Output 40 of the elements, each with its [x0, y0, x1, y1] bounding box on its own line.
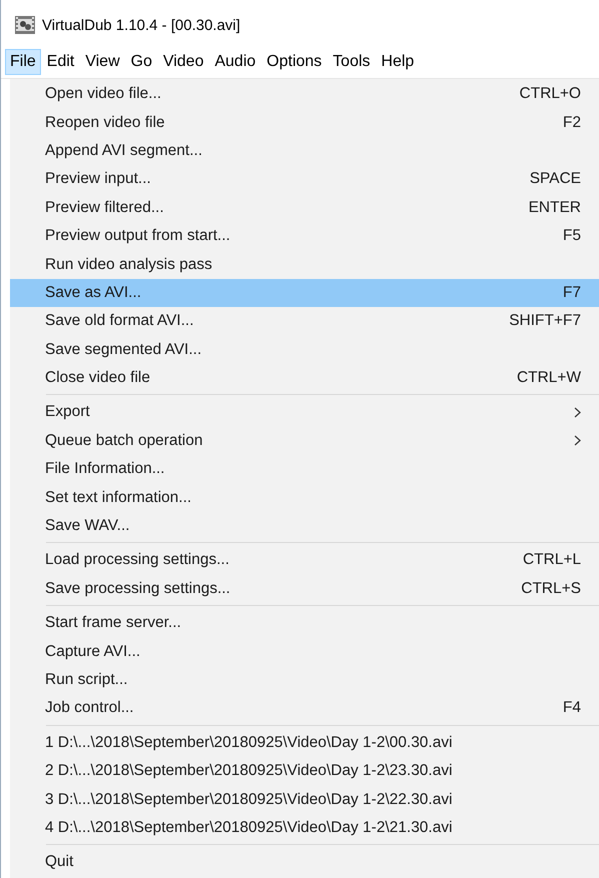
menu-item[interactable]: Run video analysis pass — [10, 250, 599, 279]
menu-item[interactable]: 2 D:\...\2018\September\20180925\Video\Day 1-2\23.30.avi — [10, 756, 599, 786]
menu-bar-item[interactable]: Help — [376, 49, 420, 75]
menu-item[interactable]: Job control... F4 — [10, 694, 599, 723]
menu-item[interactable]: Save segmented AVI... — [10, 336, 599, 364]
window-title: VirtualDub 1.10.4 - [00.30.avi] — [42, 16, 240, 34]
menu-item[interactable]: Capture AVI... — [10, 637, 599, 666]
menu-item[interactable]: File Information... — [10, 455, 599, 484]
menu-bar-item[interactable]: Edit — [42, 49, 80, 75]
menu-item[interactable]: Quit — [10, 848, 599, 877]
menu-bar-item[interactable]: Audio — [210, 49, 261, 75]
menu-item[interactable]: Load processing settings... CTRL+L — [10, 546, 599, 575]
menu-item[interactable]: Preview filtered... ENTER — [10, 194, 599, 222]
menu-bar-item[interactable]: Video — [158, 49, 209, 75]
chevron-right-icon — [574, 406, 581, 418]
menu-item[interactable]: Preview output from start... F5 — [10, 222, 599, 250]
menu-bar-item[interactable]: File — [5, 49, 41, 75]
menu-item[interactable]: Preview input... SPACE — [10, 165, 599, 194]
menu-item[interactable]: 4 D:\...\2018\September\20180925\Video\Day 1-2\21.30.avi — [10, 814, 599, 842]
menu-item[interactable]: Append AVI segment... — [10, 136, 599, 166]
menu-item[interactable]: 3 D:\...\2018\September\20180925\Video\Day 1-2\22.30.avi — [10, 785, 599, 814]
menu-item[interactable]: Export — [10, 398, 599, 427]
menu-bar-item[interactable]: Tools — [328, 49, 376, 75]
menu-item[interactable]: Set text information... — [10, 483, 599, 512]
menu-bar-item[interactable]: Go — [126, 49, 158, 75]
menu-item[interactable]: Open video file... CTRL+O — [10, 80, 599, 108]
menu-bar-item[interactable]: Options — [262, 49, 327, 75]
menu-item[interactable]: 1 D:\...\2018\September\20180925\Video\Day 1-2\00.30.avi — [10, 728, 599, 757]
menu-item[interactable]: Run script... — [10, 666, 599, 694]
menu-item[interactable]: Queue batch operation — [10, 426, 599, 456]
menu-bar-item[interactable]: View — [80, 49, 125, 75]
menu-item[interactable]: Start frame server... — [10, 609, 599, 638]
film-app-icon — [14, 15, 36, 35]
menu-item[interactable]: Close video file CTRL+W — [10, 364, 599, 392]
menu-item[interactable]: Save as AVI... F7 — [10, 278, 599, 308]
menu-item[interactable]: Reopen video file F2 — [10, 108, 599, 137]
menu-item[interactable]: Save old format AVI... SHIFT+F7 — [10, 307, 599, 336]
menu-item[interactable]: Save WAV... — [10, 512, 599, 540]
chevron-right-icon — [574, 435, 581, 446]
menu-item[interactable]: Save processing settings... CTRL+S — [10, 574, 599, 604]
